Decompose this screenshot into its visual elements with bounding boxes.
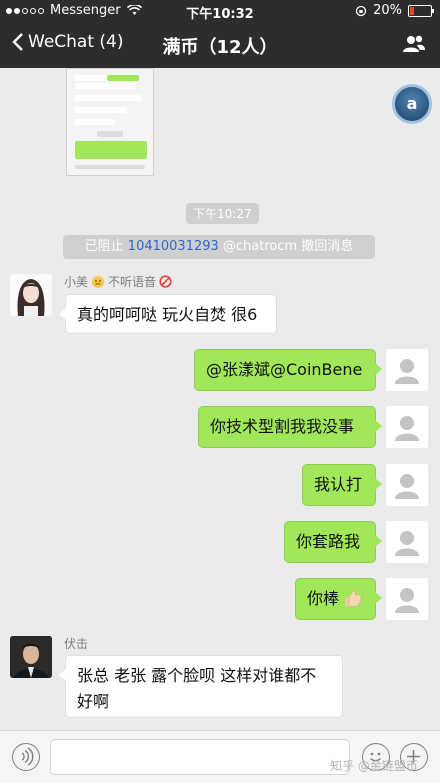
message-input[interactable] [50,739,350,775]
default-user-icon [386,578,428,620]
self-avatar[interactable] [386,406,428,448]
recall-suffix: @chatrocm 撤回消息 [218,239,354,254]
message-text: @张漾斌@CoinBene [206,360,363,379]
self-avatar[interactable] [386,349,428,391]
sender-label: 伏击 [64,637,89,651]
avatar[interactable] [10,636,52,678]
chat-header: WeChat (4) 满币（12人） [0,22,440,68]
sweat-emoji-icon [92,275,105,288]
message-bubble[interactable]: 你技术型割我我没事 [198,406,382,448]
message-bubble[interactable]: 张总 老张 露个脸呗 这样对谁都不 好啊 [59,655,343,718]
self-avatar[interactable] [386,578,428,620]
self-avatar[interactable] [386,464,428,506]
status-bar: Messenger 下午10:32 20% [0,0,440,22]
battery-percent: 20% [373,3,402,18]
shared-screenshot-image[interactable] [66,68,154,176]
sender-label: 小美 [64,275,89,289]
message-text: 你套路我 [296,532,361,551]
orientation-lock-icon [355,5,367,16]
message-text: 你技术型割我我没事 [210,417,355,436]
voice-button[interactable] [12,743,40,771]
default-user-icon [386,464,428,506]
message-bubble[interactable]: 你套路我 [284,521,382,563]
default-user-icon [386,349,428,391]
message-text: 好啊 [77,692,110,711]
sender-suffix: 不听语音 [108,275,157,289]
message-bubble[interactable]: 我认打 [302,464,382,506]
message-text: 我认打 [314,475,363,494]
message-bubble[interactable]: 你棒 [295,578,382,620]
sender-name: 伏击 [64,635,88,652]
message-bubble[interactable]: 真的呵呵哒 玩火自焚 很6 [59,294,277,334]
people-icon [403,35,425,52]
default-user-icon [386,521,428,563]
chat-title: 满币（12人） [162,37,278,58]
status-right: 20% [355,3,434,18]
message-bubble[interactable]: @张漾斌@CoinBene [194,349,382,391]
time-divider: 下午10:27 [186,203,259,224]
watermark: 知乎 @金链盟币 [330,759,418,773]
message-text: 你棒 [307,589,340,608]
recall-notice: 已阻止 10410031293 @chatrocm 撤回消息 [63,235,375,259]
prohibited-icon [159,275,172,288]
message-text: 真的呵呵哒 玩火自焚 很6 [77,305,258,324]
message-text: 张总 老张 露个脸呗 这样对谁都不 [77,666,317,685]
thumbs-up-icon [345,590,362,607]
group-members-button[interactable] [402,34,426,58]
voice-icon [21,747,34,766]
avatar[interactable] [10,274,52,316]
self-avatar[interactable] [386,521,428,563]
recall-number-link[interactable]: 10410031293 [128,239,219,254]
sender-name: 小美 不听语音 [64,273,172,290]
default-user-icon [386,406,428,448]
battery-icon [408,4,434,17]
recall-prefix: 已阻止 [84,239,128,254]
member-avatar[interactable]: a [392,84,432,124]
